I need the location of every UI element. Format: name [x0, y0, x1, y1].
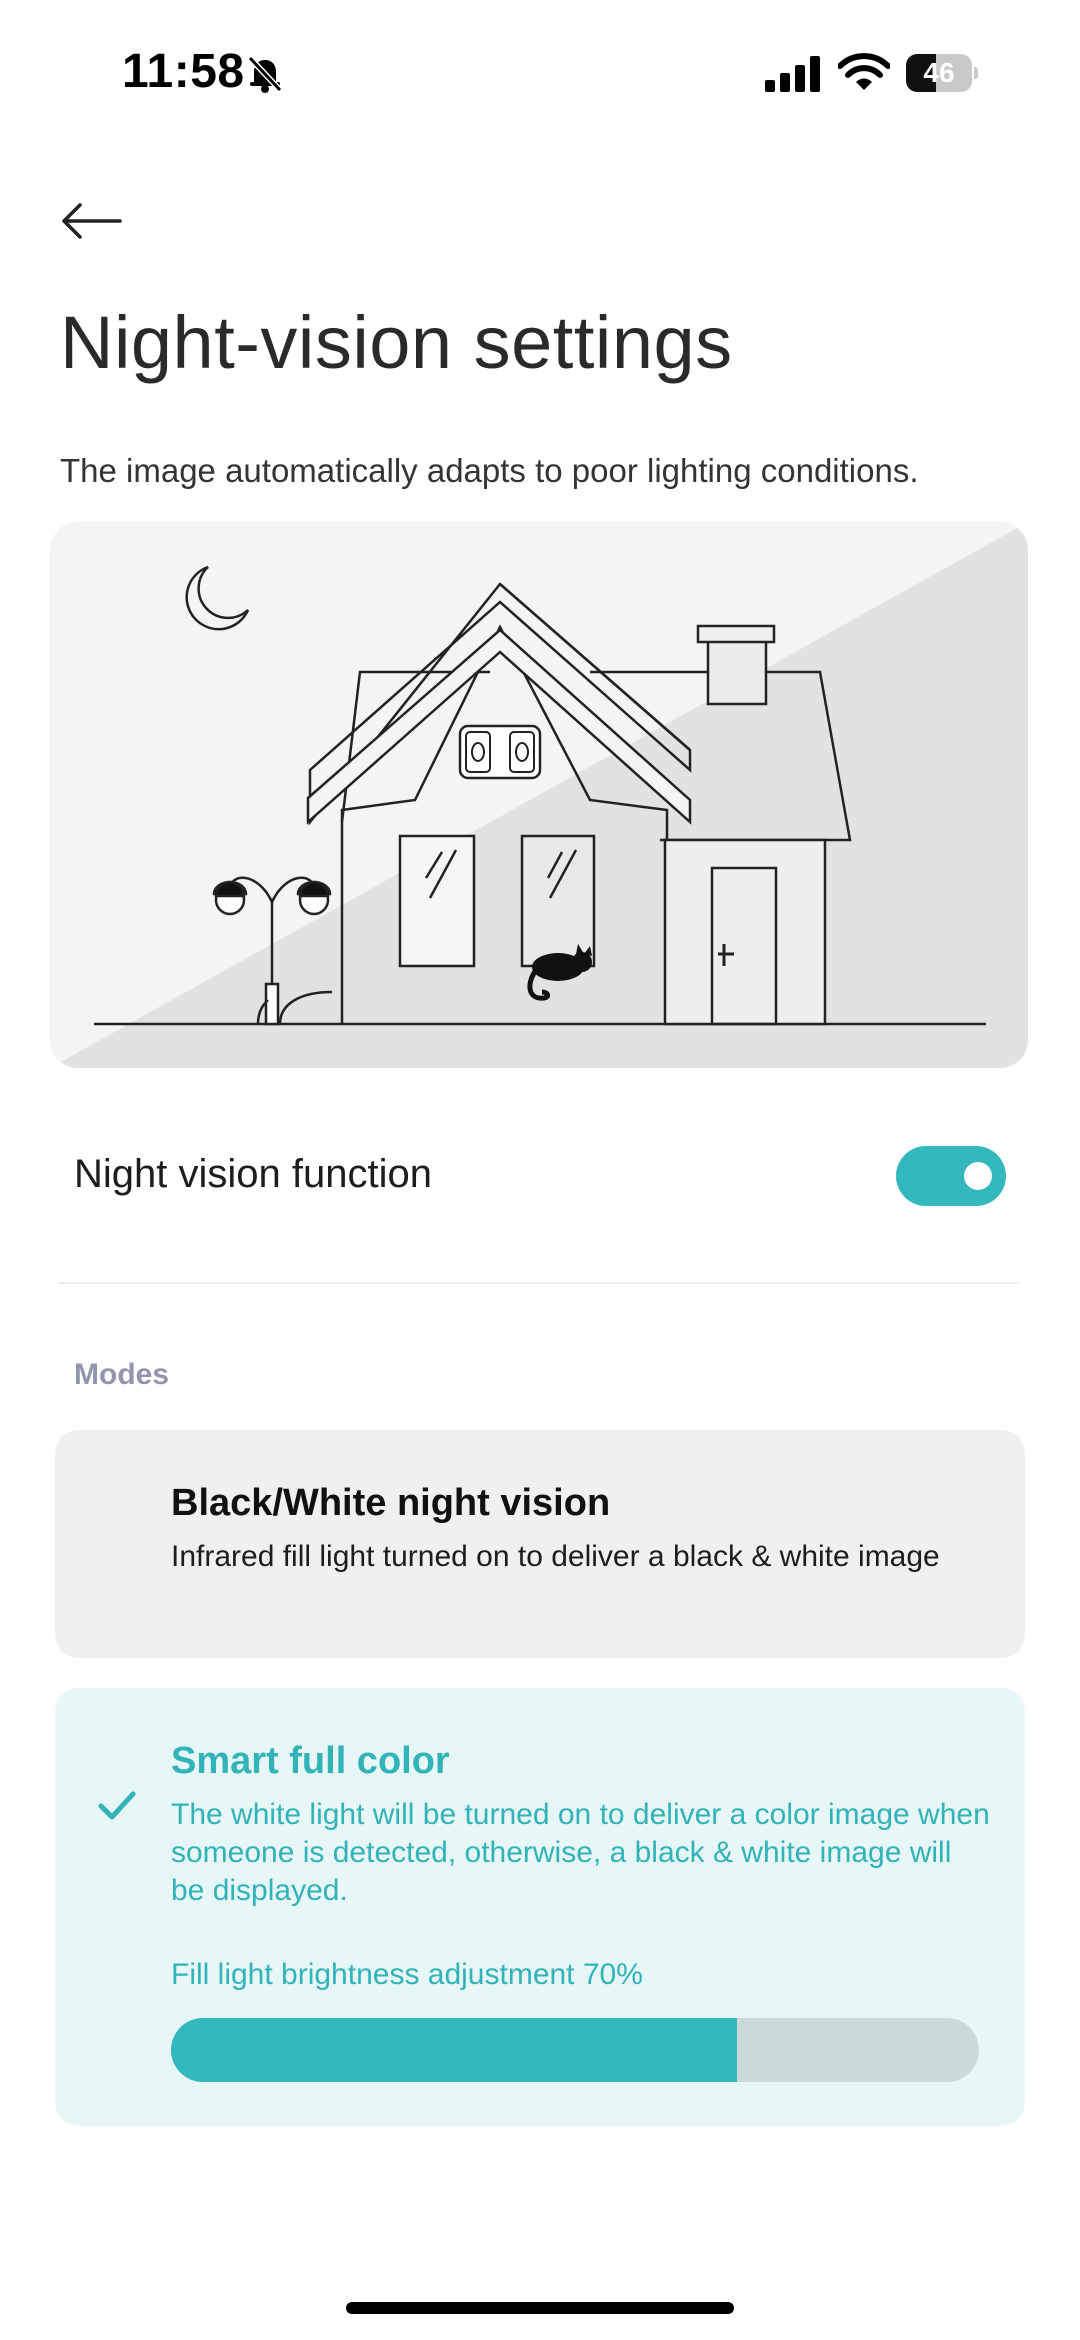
mode-description: The white light will be turned on to del… — [171, 1798, 990, 1907]
arrow-left-icon — [62, 203, 122, 239]
night-vision-illustration — [50, 522, 1028, 1068]
camera-icon — [458, 724, 542, 780]
status-time: 11:58 — [122, 45, 245, 98]
battery-level: 46 — [923, 57, 955, 88]
mode-option-bw[interactable]: Black/White night vision Infrared fill l… — [55, 1430, 1025, 1658]
divider — [58, 1282, 1020, 1284]
mode-option-smart-color[interactable]: Smart full color The white light will be… — [55, 1688, 1025, 2126]
wifi-icon — [838, 53, 890, 90]
mode-title: Smart full color — [171, 1740, 450, 1782]
battery-icon: 46 — [906, 54, 978, 92]
mode-title: Black/White night vision — [171, 1482, 611, 1524]
mode-description: Infrared fill light turned on to deliver… — [171, 1540, 940, 1573]
cellular-signal-icon — [765, 56, 820, 92]
brightness-label: Fill light brightness adjustment 70% — [171, 1958, 643, 1991]
home-indicator[interactable] — [346, 2302, 734, 2314]
brightness-slider[interactable] — [171, 2018, 979, 2082]
modes-header: Modes — [74, 1358, 170, 1391]
night-vision-label: Night vision function — [74, 1152, 432, 1196]
back-button[interactable] — [60, 186, 140, 256]
check-icon — [98, 1791, 136, 1820]
status-bar: 11:58 46 — [0, 0, 1080, 130]
toggle-knob — [964, 1162, 992, 1190]
night-vision-toggle[interactable] — [896, 1146, 1006, 1206]
brightness-slider-fill — [171, 2018, 737, 2082]
night-vision-row: Night vision function — [58, 1130, 1020, 1222]
bell-slash-icon — [247, 55, 283, 93]
page-subtitle: The image automatically adapts to poor l… — [60, 452, 919, 489]
page-title: Night-vision settings — [60, 301, 733, 384]
